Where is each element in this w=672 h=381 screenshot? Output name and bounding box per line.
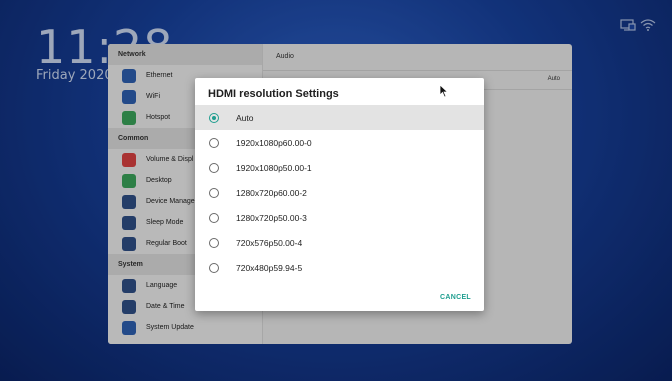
radio-unselected-icon[interactable] [209,262,219,273]
option-label: 1280x720p50.00-3 [236,212,307,223]
radio-selected-icon[interactable] [209,112,219,123]
resolution-option-1920x1080p60[interactable]: 1920x1080p60.00-0 [195,130,484,155]
resolution-options-list: Auto 1920x1080p60.00-0 1920x1080p50.00-1… [195,105,484,280]
resolution-option-1280x720p60[interactable]: 1280x720p60.00-2 [195,180,484,205]
option-label: 720x576p50.00-4 [236,237,303,248]
radio-unselected-icon[interactable] [209,137,219,148]
cancel-button[interactable]: CANCEL [440,294,471,301]
resolution-option-1280x720p50[interactable]: 1280x720p50.00-3 [195,205,484,230]
option-label: 720x480p59.94-5 [236,262,303,273]
option-label: 1280x720p60.00-2 [236,187,307,198]
resolution-option-auto[interactable]: Auto [195,105,484,130]
resolution-option-1920x1080p50[interactable]: 1920x1080p50.00-1 [195,155,484,180]
radio-unselected-icon[interactable] [209,187,219,198]
resolution-option-720x576p50[interactable]: 720x576p50.00-4 [195,230,484,255]
mouse-pointer-icon [439,84,449,103]
radio-unselected-icon[interactable] [209,162,219,173]
option-label: 1920x1080p60.00-0 [236,137,312,148]
dialog-title: HDMI resolution Settings [208,88,339,100]
hdmi-resolution-dialog: HDMI resolution Settings Auto 1920x1080p… [195,78,484,311]
option-label: 1920x1080p50.00-1 [236,162,312,173]
resolution-option-720x480p59[interactable]: 720x480p59.94-5 [195,255,484,280]
radio-unselected-icon[interactable] [209,212,219,223]
radio-unselected-icon[interactable] [209,237,219,248]
option-label: Auto [236,112,254,123]
